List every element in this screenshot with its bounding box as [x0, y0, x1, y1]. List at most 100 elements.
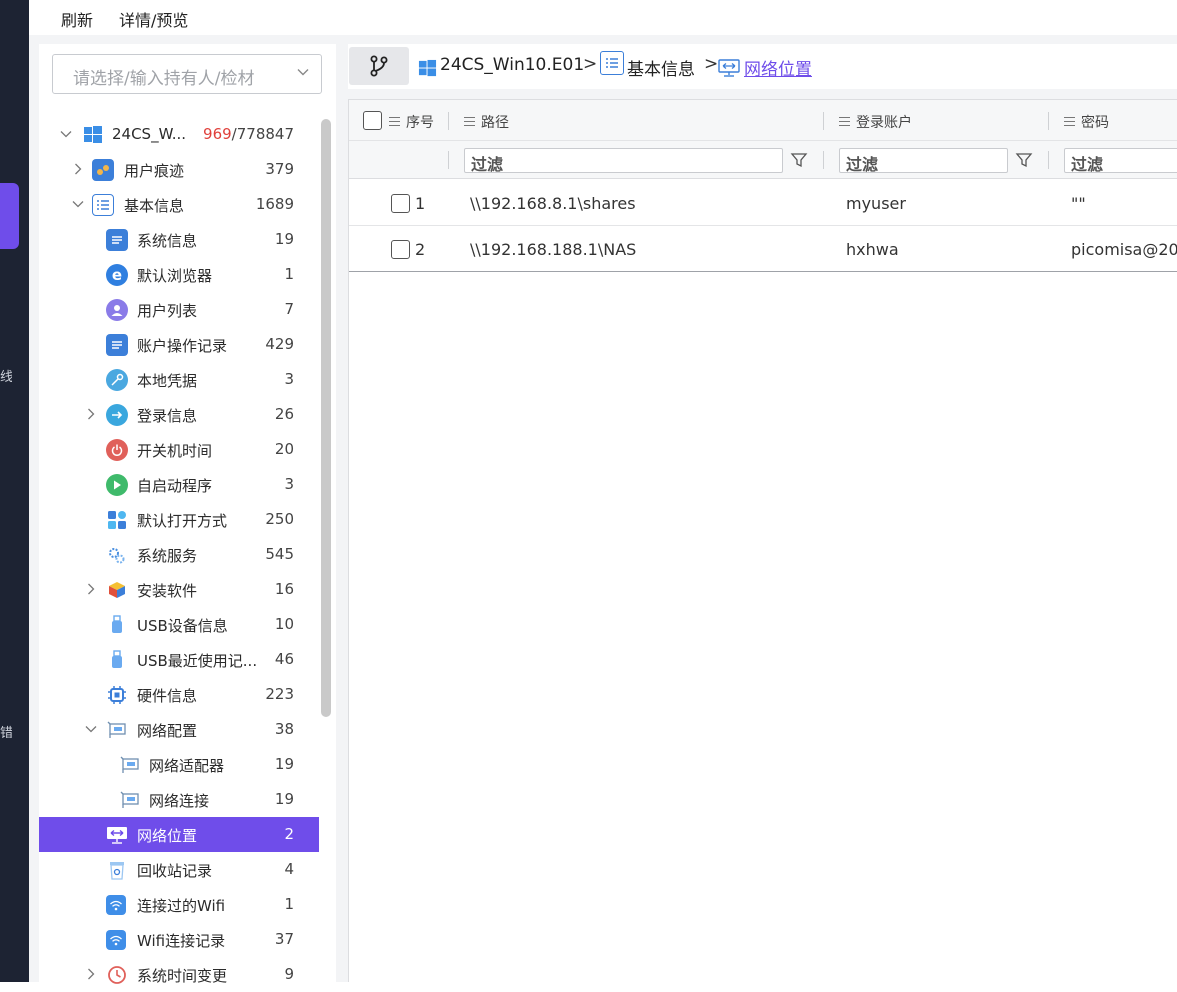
tree-item-system-info[interactable]: 系统信息 19 [39, 222, 319, 257]
column-menu-icon[interactable] [839, 117, 850, 126]
column-menu-icon[interactable] [464, 117, 475, 126]
tree-item-network-connections[interactable]: 网络连接 19 [39, 782, 319, 817]
tree-item-default-browser[interactable]: e 默认浏览器 1 [39, 257, 319, 292]
data-grid: 序号 路径 登录账户 密码 过滤 过滤 过滤 1 \\192.168.8.1\s… [348, 99, 1177, 982]
nav-item-label[interactable]: 错 [0, 722, 12, 738]
tree-item-wifi-records[interactable]: Wifi连接记录 37 [39, 922, 319, 957]
document-icon [106, 229, 128, 251]
tree-item-login-info[interactable]: 登录信息 26 [39, 397, 319, 432]
tree-item-user-traces[interactable]: 用户痕迹 379 [39, 152, 319, 187]
tree-item-label: 系统时间变更 [137, 967, 228, 985]
chevron-right-icon[interactable] [85, 583, 97, 595]
tree-item-label: 账户操作记录 [137, 337, 228, 355]
tree-item-basic-info[interactable]: 基本信息 1689 [39, 187, 319, 222]
tree-item-network-locations[interactable]: 网络位置 2 [39, 817, 319, 852]
tree-item-label: 自启动程序 [137, 477, 213, 495]
network-card-icon [119, 789, 141, 811]
tree-item-account-operations[interactable]: 账户操作记录 429 [39, 327, 319, 362]
tree-item-label: 网络位置 [137, 827, 198, 845]
select-all-checkbox[interactable] [363, 111, 382, 130]
breadcrumb-category[interactable]: 基本信息 [627, 55, 695, 80]
table-row[interactable]: 2 \\192.168.188.1\NAS hxhwa picomisa@20 [349, 226, 1177, 272]
tree-item-count: 19 [274, 755, 294, 773]
tree-item-count: 3 [284, 370, 294, 388]
chevron-down-icon[interactable] [85, 723, 97, 735]
table-row[interactable]: 1 \\192.168.8.1\shares myuser "" [349, 180, 1177, 226]
toolbar: 刷新 详情/预览 [29, 0, 1177, 35]
column-divider [1048, 151, 1049, 169]
tree-item-local-credentials[interactable]: 本地凭据 3 [39, 362, 319, 397]
tree-item-count: 223 [265, 685, 294, 703]
filter-icon[interactable] [790, 151, 808, 169]
branch-button[interactable] [349, 47, 409, 85]
network-card-icon [119, 754, 141, 776]
nav-active-item[interactable] [0, 183, 19, 249]
column-header-path[interactable]: 路径 [464, 112, 509, 132]
owner-search-select[interactable]: 请选择/输入持有人/检材 [52, 54, 322, 94]
row-checkbox[interactable] [391, 240, 410, 259]
login-icon [106, 404, 128, 426]
network-location-icon [718, 59, 740, 77]
refresh-button[interactable]: 刷新 [61, 7, 93, 31]
tree-item-recycle-bin[interactable]: 回收站记录 4 [39, 852, 319, 887]
tree-item-network-config[interactable]: 网络配置 38 [39, 712, 319, 747]
windows-icon [84, 126, 102, 143]
tree-item-time-changes[interactable]: 系统时间变更 9 [39, 957, 319, 992]
tree-item-count: 10 [274, 615, 294, 633]
column-divider[interactable] [1048, 112, 1049, 130]
chevron-right-icon[interactable] [85, 968, 97, 980]
power-icon [106, 439, 128, 461]
tree-item-system-services[interactable]: 系统服务 545 [39, 537, 319, 572]
tree-item-usb-devices[interactable]: USB设备信息 10 [39, 607, 319, 642]
chevron-right-icon[interactable] [85, 408, 97, 420]
tree-item-user-list[interactable]: 用户列表 7 [39, 292, 319, 327]
account-filter-input[interactable]: 过滤 [839, 148, 1008, 174]
column-divider[interactable] [823, 112, 824, 130]
tree-item-label: Wifi连接记录 [137, 932, 226, 950]
tree-item-label: 系统服务 [137, 547, 198, 565]
tree-item-wifi-connected[interactable]: 连接过的Wifi 1 [39, 887, 319, 922]
gears-icon [106, 544, 128, 566]
tree-item-label: 用户痕迹 [124, 162, 185, 180]
filter-icon[interactable] [1015, 151, 1033, 169]
chevron-right-icon[interactable] [72, 163, 84, 175]
search-placeholder: 请选择/输入持有人/检材 [73, 69, 255, 89]
details-preview-button[interactable]: 详情/预览 [119, 7, 188, 31]
tree-item-label: 安装软件 [137, 582, 198, 600]
tree-item-root[interactable]: 24CS_W... 969/778847 [39, 117, 319, 152]
tree-item-label: 连接过的Wifi [137, 897, 226, 915]
tree-item-label: 网络连接 [149, 792, 210, 810]
breadcrumb-current[interactable]: 网络位置 [744, 55, 812, 80]
tree-item-hardware[interactable]: 硬件信息 223 [39, 677, 319, 712]
column-header-account[interactable]: 登录账户 [839, 112, 912, 132]
tree-item-autostart[interactable]: 自启动程序 3 [39, 467, 319, 502]
user-traces-icon [92, 159, 114, 181]
column-header-password[interactable]: 密码 [1064, 112, 1109, 132]
column-header-index[interactable]: 序号 [389, 112, 434, 132]
tree-item-count: 38 [274, 720, 294, 738]
password-filter-input[interactable]: 过滤 [1064, 148, 1177, 174]
column-divider[interactable] [448, 112, 449, 130]
chevron-down-icon[interactable] [60, 128, 72, 140]
nav-item-label[interactable]: 线 [0, 366, 12, 382]
column-menu-icon[interactable] [1064, 117, 1075, 126]
tree-item-default-open[interactable]: 默认打开方式 250 [39, 502, 319, 537]
chevron-down-icon[interactable] [72, 198, 84, 210]
breadcrumb-device[interactable]: 24CS_Win10.E01 [440, 55, 584, 75]
row-checkbox[interactable] [391, 194, 410, 213]
row-password: "" [1071, 194, 1086, 213]
tree-item-count: 20 [274, 440, 294, 458]
breadcrumb-separator: > [583, 54, 598, 74]
column-menu-icon[interactable] [389, 117, 400, 126]
tree-item-power-times[interactable]: 开关机时间 20 [39, 432, 319, 467]
tree-item-count: 250 [265, 510, 294, 528]
tree-item-usb-recent[interactable]: USB最近使用记... 46 [39, 642, 319, 677]
tree-scrollbar[interactable] [321, 119, 331, 717]
breadcrumb-separator: > [704, 54, 719, 74]
tree-item-label: 默认打开方式 [137, 512, 228, 530]
tree-item-installed-software[interactable]: 安装软件 16 [39, 572, 319, 607]
path-filter-input[interactable]: 过滤 [464, 148, 783, 174]
app-nav-strip: 线 错 [0, 0, 29, 982]
app-grid-icon [106, 509, 128, 531]
tree-item-network-adapters[interactable]: 网络适配器 19 [39, 747, 319, 782]
